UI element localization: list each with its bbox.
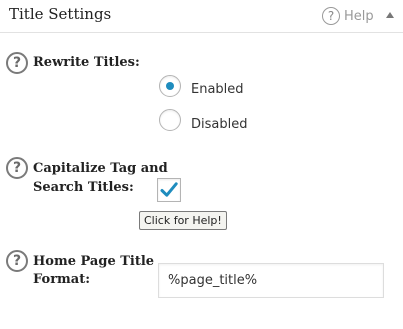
panel-title: Title Settings [9, 5, 112, 23]
checkmark-icon [160, 182, 178, 197]
help-icon: ? [322, 7, 340, 25]
rewrite-titles-enabled-label[interactable]: Enabled [191, 82, 244, 97]
help-link[interactable]: ? Help [322, 6, 374, 26]
panel-header: Title Settings ? Help [0, 0, 403, 33]
rewrite-titles-disabled-label[interactable]: Disabled [191, 117, 247, 132]
home-page-title-help-icon[interactable]: ? [6, 250, 28, 272]
help-label: Help [344, 8, 374, 24]
rewrite-titles-help-icon[interactable]: ? [6, 52, 28, 74]
rewrite-titles-enabled-radio[interactable] [159, 75, 181, 97]
capitalize-label-line2: Search Titles: [33, 180, 134, 195]
help-tooltip: Click for Help! [139, 211, 227, 230]
collapse-arrow-icon[interactable] [386, 12, 394, 18]
rewrite-titles-disabled-radio[interactable] [159, 109, 181, 131]
rewrite-titles-label: Rewrite Titles: [33, 55, 140, 70]
title-settings-panel: Title Settings ? Help ? Rewrite Titles: … [0, 0, 403, 329]
home-page-title-label-line2: Format: [33, 272, 91, 287]
home-page-title-format-input[interactable] [158, 263, 384, 298]
capitalize-label-line1: Capitalize Tag and [33, 161, 168, 176]
capitalize-help-icon[interactable]: ? [6, 157, 28, 179]
home-page-title-label-line1: Home Page Title [33, 254, 155, 269]
capitalize-checkbox[interactable] [157, 178, 181, 202]
